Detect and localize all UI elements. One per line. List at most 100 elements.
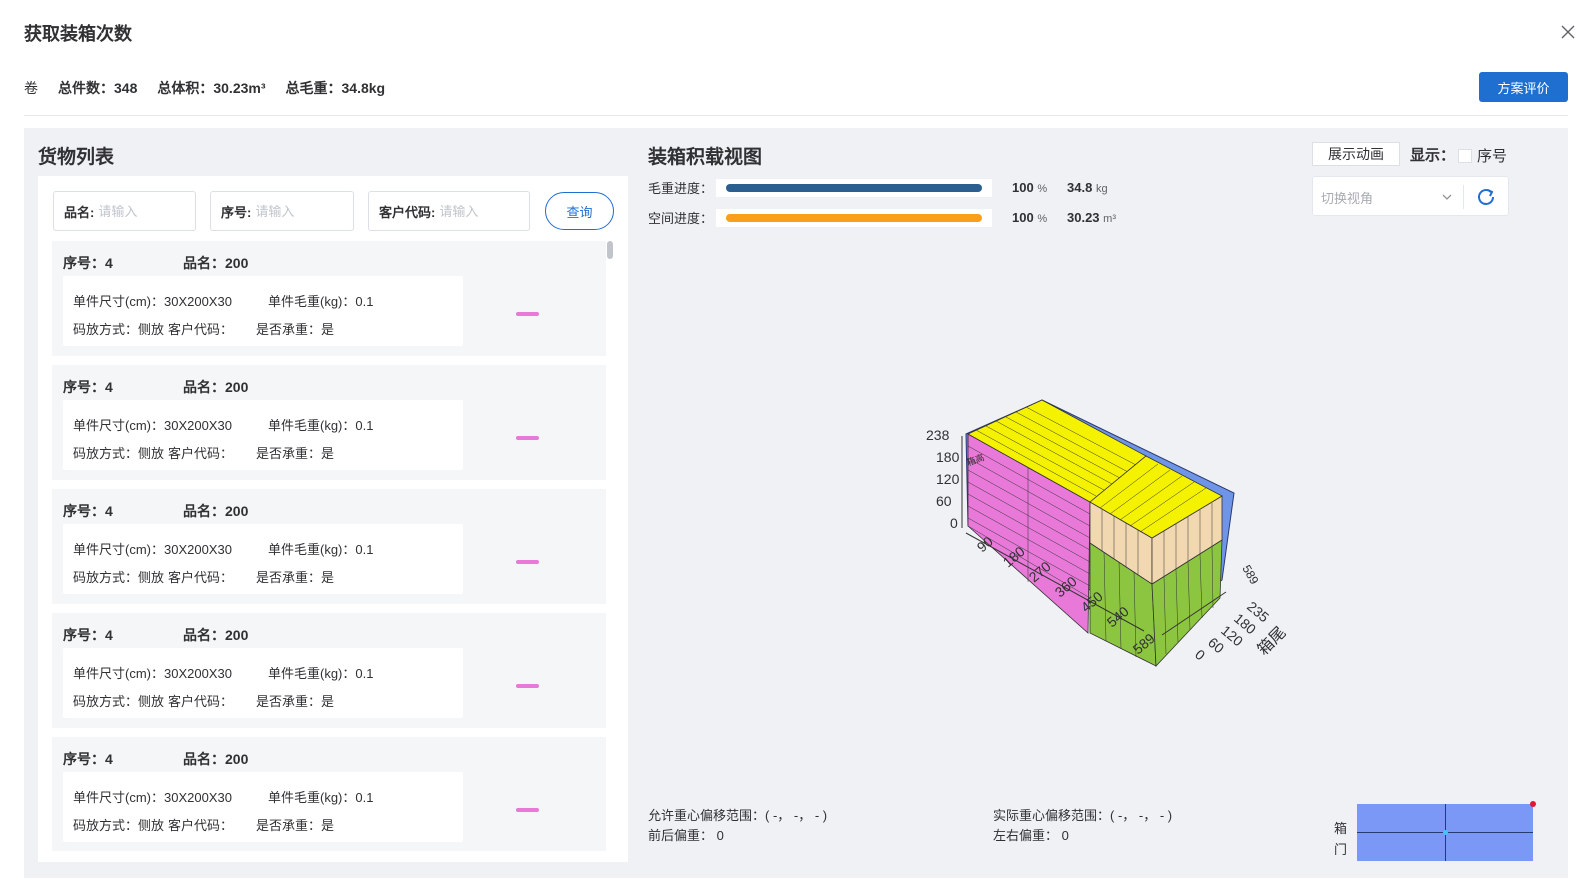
item-name: 品名：200 bbox=[183, 255, 249, 271]
close-button[interactable] bbox=[1558, 22, 1578, 42]
height-tick: 0 bbox=[950, 515, 958, 531]
summary-volume: 总体积：30.23m³ bbox=[157, 80, 266, 96]
container-3d-view[interactable]: 238180120600 90 180270360450540589 060120… bbox=[894, 388, 1294, 688]
space-progress-value: 30.23 m³ bbox=[1067, 210, 1116, 225]
scrollbar-thumb[interactable] bbox=[607, 241, 613, 259]
item-size: 单件尺寸(cm)：30X200X30 bbox=[73, 294, 232, 309]
plan-evaluation-button[interactable]: 方案评价 bbox=[1479, 72, 1568, 102]
item-head: 序号：4 品名：200 bbox=[63, 749, 248, 769]
item-seq: 序号：4 bbox=[63, 627, 113, 643]
length-end-label: 589 bbox=[1239, 563, 1261, 588]
cg-actual-group: 实际重心偏移范围：( -， -， - ) 左右偏重： 0 bbox=[993, 806, 1172, 846]
item-customer: 客户代码： bbox=[168, 322, 234, 337]
item-size: 单件尺寸(cm)：30X200X30 bbox=[73, 418, 232, 433]
front-back-offset: 前后偏重： 0 bbox=[648, 828, 724, 843]
item-gross: 单件毛重(kg)：0.1 bbox=[268, 666, 374, 681]
weight-progress-track bbox=[716, 178, 992, 197]
cargo-items: 序号：4 品名：200 单件尺寸(cm)：30X200X30 单件毛重(kg)：0.1… bbox=[52, 241, 606, 851]
seq-checkbox-label: 序号 bbox=[1477, 148, 1508, 165]
weight-progress: 毛重进度： 100 % 34.8 kg bbox=[648, 178, 1108, 197]
item-head: 序号：4 品名：200 bbox=[63, 377, 248, 397]
dialog-title: 获取装箱次数 bbox=[24, 24, 132, 44]
item-gross: 单件毛重(kg)：0.1 bbox=[268, 790, 374, 805]
item-customer: 客户代码： bbox=[168, 446, 234, 461]
item-seq: 序号：4 bbox=[63, 379, 113, 395]
item-stack: 码放方式：侧放 bbox=[73, 818, 165, 833]
cg-allowed-group: 允许重心偏移范围：( -， -， - ) 前后偏重： 0 bbox=[648, 806, 827, 846]
item-stack: 码放方式：侧放 bbox=[73, 322, 165, 337]
weight-progress-label: 毛重进度： bbox=[648, 181, 714, 196]
seq-search-input[interactable] bbox=[255, 203, 336, 219]
search-bar: 品名: 序号: 客户代码: 查询 bbox=[53, 191, 614, 231]
item-gross: 单件毛重(kg)：0.1 bbox=[268, 294, 374, 309]
item-bearing: 是否承重：是 bbox=[256, 818, 335, 833]
name-search-input[interactable] bbox=[98, 203, 179, 219]
show-animation-button[interactable]: 展示动画 bbox=[1312, 142, 1400, 166]
corner-marker-dot bbox=[1530, 801, 1536, 807]
height-tick: 60 bbox=[936, 493, 952, 509]
customer-search-field[interactable]: 客户代码: bbox=[368, 191, 530, 231]
weight-progress-percent: 100 % bbox=[1012, 180, 1048, 195]
door-label: 箱门 bbox=[1334, 821, 1348, 857]
item-stack: 码放方式：侧放 bbox=[73, 570, 165, 585]
item-customer: 客户代码： bbox=[168, 694, 234, 709]
query-button[interactable]: 查询 bbox=[545, 192, 614, 230]
item-detail: 单件尺寸(cm)：30X200X30 单件毛重(kg)：0.1 码放方式：侧放 客户代… bbox=[63, 772, 463, 842]
seq-search-field[interactable]: 序号: bbox=[210, 191, 354, 231]
seq-checkbox-box[interactable] bbox=[1458, 148, 1472, 163]
height-tick: 180 bbox=[936, 449, 960, 465]
height-ticks: 238 180 120 60 0 bbox=[926, 427, 960, 531]
summary-weight: 总毛重：34.8kg bbox=[285, 80, 386, 96]
allowed-cg-range: 允许重心偏移范围：( -， -， - ) bbox=[648, 808, 828, 823]
view-angle-select[interactable]: 切换视角 bbox=[1312, 176, 1509, 216]
list-item[interactable]: 序号：4 品名：200 单件尺寸(cm)：30X200X30 单件毛重(kg)：0.1… bbox=[52, 365, 606, 480]
item-detail: 单件尺寸(cm)：30X200X30 单件毛重(kg)：0.1 码放方式：侧放 客户代… bbox=[63, 648, 463, 718]
item-seq: 序号：4 bbox=[63, 255, 113, 271]
item-color-swatch bbox=[516, 808, 539, 812]
summary-count: 总件数：348 bbox=[58, 80, 138, 96]
space-progress-fill bbox=[726, 213, 982, 222]
list-item[interactable]: 序号：4 品名：200 单件尺寸(cm)：30X200X30 单件毛重(kg)：0.1… bbox=[52, 241, 606, 356]
summary-bar: 卷 总件数：348 总体积：30.23m³ 总毛重：34.8kg bbox=[24, 78, 385, 98]
list-item[interactable]: 序号：4 品名：200 单件尺寸(cm)：30X200X30 单件毛重(kg)：0.1… bbox=[52, 489, 606, 604]
item-name: 品名：200 bbox=[183, 627, 249, 643]
list-item[interactable]: 序号：4 品名：200 单件尺寸(cm)：30X200X30 单件毛重(kg)：0.1… bbox=[52, 737, 606, 851]
item-color-swatch bbox=[516, 436, 539, 440]
name-search-label: 品名: bbox=[64, 204, 95, 220]
chevron-down-icon bbox=[1442, 194, 1452, 200]
space-progress: 空间进度： 100 % 30.23 m³ bbox=[648, 208, 1116, 227]
view-angle-placeholder: 切换视角 bbox=[1321, 191, 1374, 206]
seq-checkbox[interactable]: 序号 bbox=[1458, 145, 1507, 166]
item-size: 单件尺寸(cm)：30X200X30 bbox=[73, 790, 232, 805]
item-detail: 单件尺寸(cm)：30X200X30 单件毛重(kg)：0.1 码放方式：侧放 客户代… bbox=[63, 400, 463, 470]
list-item[interactable]: 序号：4 品名：200 单件尺寸(cm)：30X200X30 单件毛重(kg)：0.1… bbox=[52, 613, 606, 728]
cargo-list-title: 货物列表 bbox=[38, 147, 115, 168]
item-gross: 单件毛重(kg)：0.1 bbox=[268, 418, 374, 433]
item-name: 品名：200 bbox=[183, 751, 249, 767]
item-customer: 客户代码： bbox=[168, 570, 234, 585]
summary-prefix: 卷 bbox=[24, 80, 38, 96]
main-panel: 货物列表 品名: 序号: 客户代码: 查询 序号：4 品名：200 单件尺寸(cm)… bbox=[24, 128, 1568, 878]
customer-search-label: 客户代码: bbox=[379, 204, 436, 220]
item-head: 序号：4 品名：200 bbox=[63, 501, 248, 521]
item-name: 品名：200 bbox=[183, 503, 249, 519]
height-tick: 120 bbox=[936, 471, 960, 487]
item-head: 序号：4 品名：200 bbox=[63, 253, 248, 273]
space-progress-percent: 100 % bbox=[1012, 210, 1048, 225]
item-stack: 码放方式：侧放 bbox=[73, 446, 165, 461]
width-axis-label: 箱尾 bbox=[1254, 623, 1289, 658]
item-color-swatch bbox=[516, 560, 539, 564]
left-right-offset: 左右偏重： 0 bbox=[993, 828, 1069, 843]
weight-progress-value: 34.8 kg bbox=[1067, 180, 1108, 195]
name-search-field[interactable]: 品名: bbox=[53, 191, 196, 231]
customer-search-input[interactable] bbox=[439, 203, 510, 219]
weight-progress-fill bbox=[726, 183, 982, 192]
refresh-icon[interactable] bbox=[1475, 186, 1497, 208]
list-scrollbar[interactable] bbox=[606, 241, 614, 851]
space-progress-track bbox=[716, 208, 992, 227]
item-customer: 客户代码： bbox=[168, 818, 234, 833]
item-head: 序号：4 品名：200 bbox=[63, 625, 248, 645]
display-label: 显示： bbox=[1410, 147, 1456, 164]
item-size: 单件尺寸(cm)：30X200X30 bbox=[73, 666, 232, 681]
loading-view-title: 装箱积载视图 bbox=[648, 147, 763, 168]
